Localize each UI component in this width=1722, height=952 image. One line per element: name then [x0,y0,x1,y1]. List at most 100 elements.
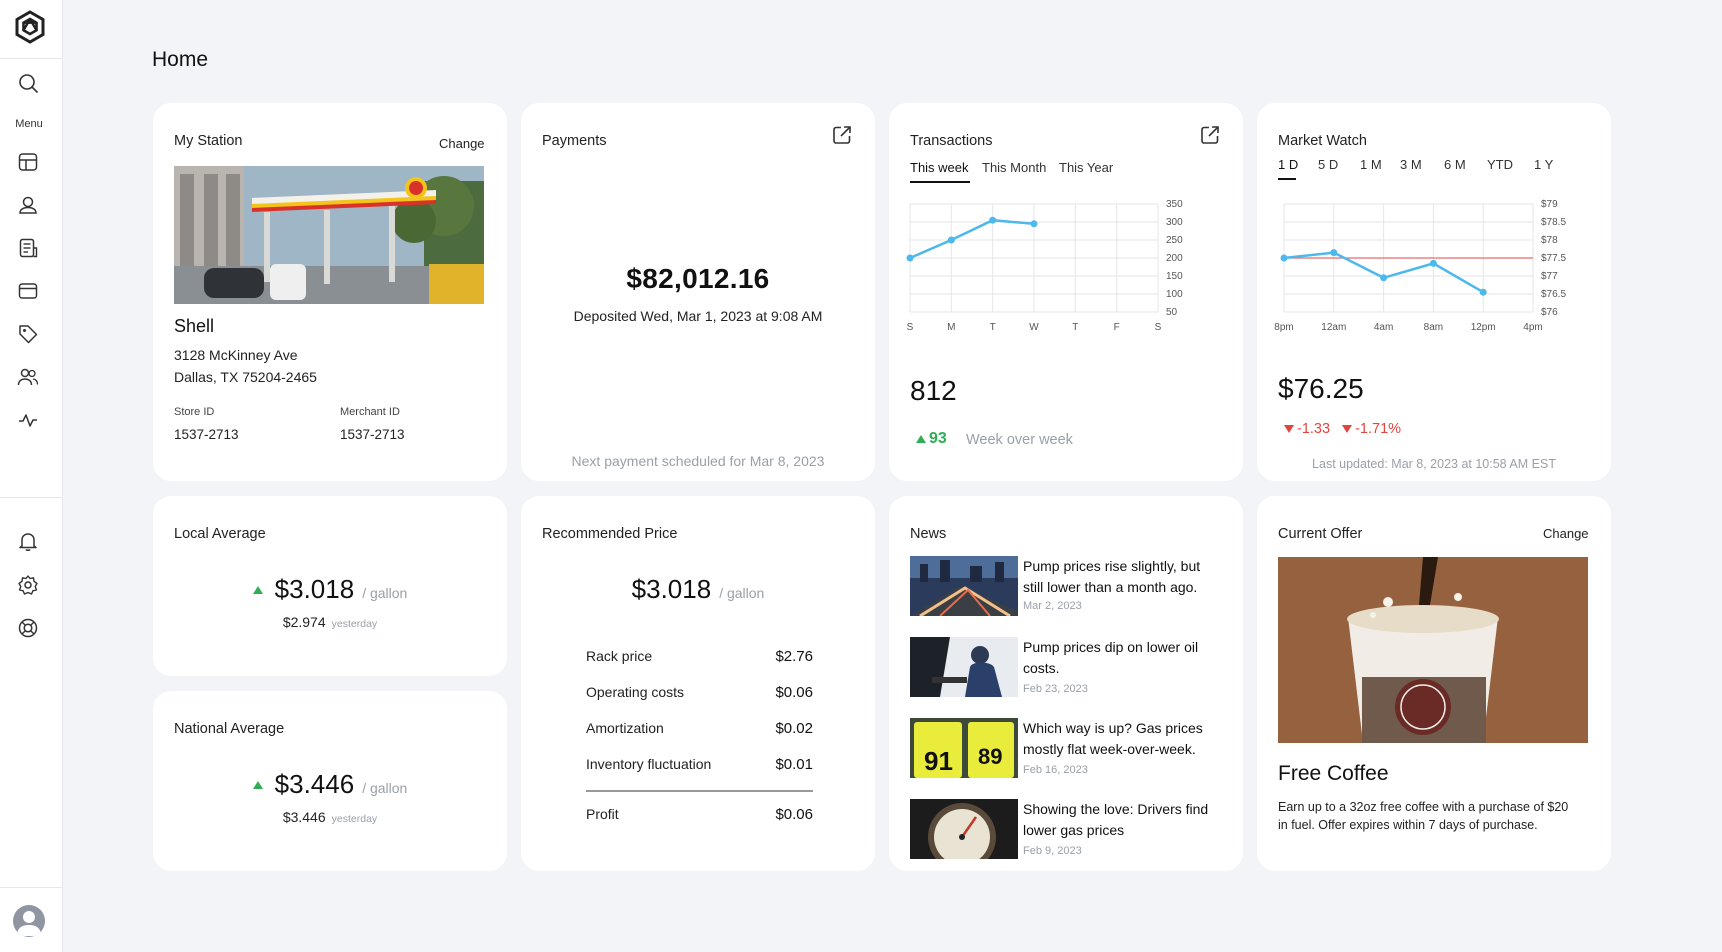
news-title: Showing the love: Drivers find lower gas… [1023,801,1209,838]
dashboard-icon[interactable] [17,151,39,173]
card-title: News [910,526,947,542]
reports-icon[interactable] [17,237,39,259]
local-price-unit: / gallon [362,585,408,601]
user-avatar-icon[interactable] [13,905,45,937]
transactions-delta-value: 93 [929,430,947,447]
card-title: Payments [542,133,607,149]
x-tick-label: 12pm [1471,322,1496,333]
offer-name: Free Coffee [1278,762,1389,785]
national-price: $3.446 [274,769,355,799]
tab-this-month[interactable]: This Month [982,160,1046,175]
news-item[interactable]: Pump prices dip on lower oil costs. Feb … [910,637,1225,697]
merchant-id-label: Merchant ID [340,406,400,418]
x-tick-label: T [1072,322,1078,333]
sidebar-divider [0,887,63,888]
change-station-link[interactable]: Change [439,136,485,151]
news-thumbnail [910,637,1018,697]
x-tick-label: 4am [1374,322,1393,333]
x-tick-label: T [990,322,996,333]
market-price: $76.25 [1278,373,1364,404]
y-tick-label: 200 [1166,253,1183,264]
data-point [1380,274,1388,282]
news-date: Feb 23, 2023 [1023,683,1088,695]
national-price-row: $3.446 / gallon [153,769,507,800]
y-tick-label: $76.5 [1541,289,1566,300]
search-icon[interactable] [17,72,39,94]
series-line [909,218,1035,260]
svg-text:91: 91 [924,746,953,776]
card-title: Market Watch [1278,133,1367,149]
sidebar-divider [0,497,63,498]
breakdown-value: $0.01 [775,756,813,773]
sidebar-divider [0,58,63,59]
card-title: Recommended Price [542,526,678,542]
y-tick-label: 50 [1166,307,1178,318]
station-address-line2: Dallas, TX 75204-2465 [174,369,317,385]
data-point [947,236,955,244]
external-link-icon[interactable] [831,124,853,146]
card-title: Current Offer [1278,526,1363,542]
sidebar: Menu [0,0,63,952]
station-address-line1: 3128 McKinney Ave [174,347,298,363]
activity-icon[interactable] [17,409,39,431]
sidebar-menu-label: Menu [15,118,43,130]
local-average-card: Local Average $3.018 / gallon $2.974 yeste… [153,496,507,676]
profit-label: Profit [586,806,619,822]
current-offer-card: Current Offer Change Free Coffee Earn up… [1257,496,1611,871]
support-icon[interactable] [17,617,39,639]
external-link-icon[interactable] [1199,124,1221,146]
x-tick-label: 4pm [1523,322,1542,333]
page-title: Home [152,48,209,71]
payment-deposited-text: Deposited Wed, Mar 1, 2023 at 9:08 AM [573,308,823,324]
y-tick-label: $77 [1541,271,1558,282]
market-change-pct: -1.71% [1355,421,1402,437]
national-price-unit: / gallon [362,780,408,796]
change-offer-link[interactable]: Change [1543,526,1589,541]
payments-icon[interactable] [17,280,39,302]
tab-1m[interactable]: 1 M [1360,157,1382,172]
pricing-tag-icon[interactable] [17,323,39,345]
tab-6m[interactable]: 6 M [1444,157,1466,172]
tab-3m[interactable]: 3 M [1400,157,1422,172]
x-tick-label: 8pm [1274,322,1293,333]
gear-icon[interactable] [17,574,39,596]
data-point [1030,220,1038,228]
location-icon[interactable] [17,194,39,216]
data-point [1330,249,1338,257]
tab-this-week[interactable]: This week [910,160,969,175]
national-average-card: National Average $3.446 / gallon $3.446 ye… [153,691,507,871]
profit-value: $0.06 [775,806,813,823]
news-item[interactable]: Pump prices rise slightly, but still low… [910,556,1225,616]
x-tick-label: S [1155,322,1162,333]
news-item[interactable]: 91 89 Which way is up? Gas prices mostly … [910,718,1225,778]
x-tick-label: 12am [1321,322,1346,333]
transactions-delta: 93 [916,430,947,448]
y-tick-label: $78.5 [1541,217,1566,228]
tab-this-year[interactable]: This Year [1059,160,1113,175]
station-photo [174,166,484,304]
tab-ytd[interactable]: YTD [1487,157,1513,172]
station-name: Shell [174,316,215,336]
data-point [1479,288,1487,296]
tab-5d[interactable]: 5 D [1318,157,1338,172]
bell-icon[interactable] [17,530,39,552]
svg-text:89: 89 [978,744,1002,769]
breakdown-label: Inventory fluctuation [586,756,712,772]
news-item[interactable]: Showing the love: Drivers find lower gas… [910,799,1225,859]
users-icon[interactable] [17,366,39,388]
y-tick-label: $78 [1541,235,1558,246]
arrow-up-icon [916,435,926,443]
payment-amount: $82,012.16 [626,263,770,294]
next-payment-text: Next payment scheduled for Mar 8, 2023 [571,453,825,469]
data-point [989,216,997,224]
market-watch-card: Market Watch 1 D 5 D 1 M 3 M 6 M YTD 1 Y… [1257,103,1611,481]
tab-1d[interactable]: 1 D [1278,157,1298,172]
tab-1y[interactable]: 1 Y [1534,157,1553,172]
y-tick-label: 100 [1166,289,1183,300]
news-date: Feb 16, 2023 [1023,764,1088,776]
card-title: Local Average [174,526,266,542]
logo-icon[interactable] [13,10,47,44]
news-date: Feb 9, 2023 [1023,845,1082,857]
local-price-row: $3.018 / gallon [153,574,507,605]
breakdown-label: Amortization [586,720,664,736]
